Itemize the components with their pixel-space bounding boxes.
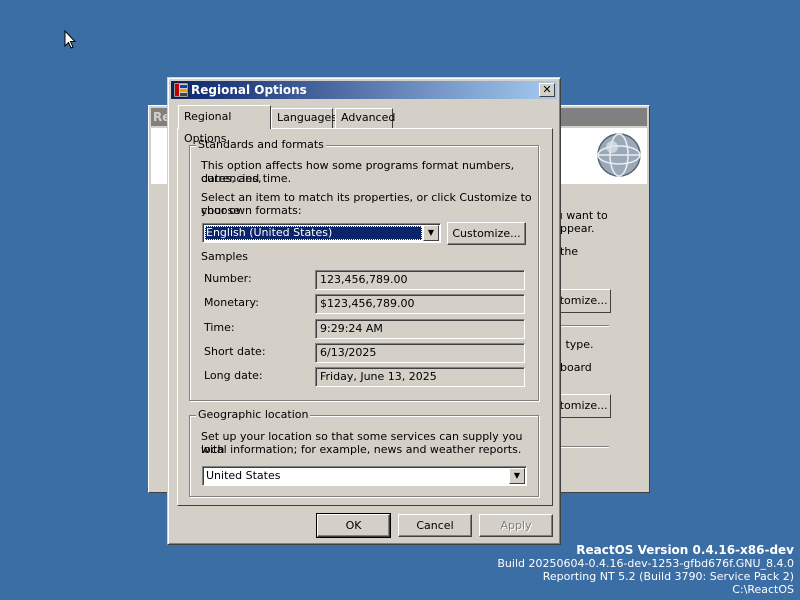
version-build: Build 20250604-0.4.16-dev-1253-gfbd676f.… bbox=[497, 557, 794, 570]
version-path: C:\ReactOS bbox=[732, 583, 794, 596]
sample-label-number: Number: bbox=[204, 272, 252, 285]
ok-button[interactable]: OK bbox=[316, 513, 391, 538]
select-instruction: your own formats: bbox=[201, 204, 302, 217]
regional-options-dialog[interactable]: Regional Options ✕ Regional Options Lang… bbox=[167, 77, 561, 545]
location-value: United States bbox=[206, 469, 281, 482]
regional-options-icon bbox=[173, 82, 189, 98]
standards-groupbox: Standards and formats This option affect… bbox=[189, 138, 539, 401]
sample-value-monetary: $123,456,789.00 bbox=[315, 294, 525, 314]
sample-label-monetary: Monetary: bbox=[204, 296, 259, 309]
bg-separator bbox=[553, 446, 609, 448]
sample-value-short-date: 6/13/2025 bbox=[315, 343, 525, 363]
customize-button[interactable]: Customize... bbox=[447, 222, 526, 245]
dialog-title: Regional Options bbox=[191, 83, 307, 97]
version-reporting: Reporting NT 5.2 (Build 3790: Service Pa… bbox=[542, 570, 794, 583]
sample-label-long-date: Long date: bbox=[204, 369, 263, 382]
mouse-cursor-icon bbox=[64, 30, 76, 49]
standards-description: dates, and time. bbox=[201, 172, 292, 185]
version-title: ReactOS Version 0.4.16-x86-dev bbox=[576, 543, 794, 557]
tab-advanced[interactable]: Advanced bbox=[335, 108, 395, 128]
globe-icon bbox=[597, 133, 641, 177]
sample-value-time: 9:29:24 AM bbox=[315, 319, 525, 339]
tab-languages[interactable]: Languages bbox=[271, 108, 337, 128]
geographic-label: Geographic location bbox=[196, 408, 311, 421]
sample-value-number: 123,456,789.00 bbox=[315, 270, 525, 290]
bg-customize-button-2[interactable]: stomize... bbox=[553, 394, 611, 418]
close-button[interactable]: ✕ bbox=[539, 83, 555, 97]
samples-label: Samples bbox=[201, 250, 248, 263]
sample-label-short-date: Short date: bbox=[204, 345, 266, 358]
location-dropdown[interactable]: United States ▼ bbox=[202, 466, 527, 486]
bg-customize-button[interactable]: stomize... bbox=[553, 289, 611, 313]
tab-panel: Standards and formats This option affect… bbox=[177, 128, 553, 506]
bg-text: ppear. bbox=[560, 222, 595, 235]
chevron-down-icon[interactable]: ▼ bbox=[509, 468, 525, 484]
bg-separator bbox=[553, 325, 609, 327]
locale-dropdown[interactable]: English (United States) ▼ bbox=[202, 223, 441, 243]
titlebar[interactable]: Regional Options ✕ bbox=[171, 81, 557, 99]
apply-button[interactable]: Apply bbox=[479, 514, 553, 537]
geographic-groupbox: Geographic location Set up your location… bbox=[189, 408, 539, 497]
cancel-button[interactable]: Cancel bbox=[398, 514, 472, 537]
sample-value-long-date: Friday, June 13, 2025 bbox=[315, 367, 525, 387]
sample-label-time: Time: bbox=[204, 321, 235, 334]
chevron-down-icon[interactable]: ▼ bbox=[423, 225, 439, 241]
bg-text: board bbox=[560, 361, 592, 374]
tab-regional-options[interactable]: Regional Options bbox=[178, 105, 271, 145]
bg-text: the bbox=[560, 245, 579, 258]
locale-value: English (United States) bbox=[205, 226, 422, 240]
geographic-description: local information; for example, news and… bbox=[201, 443, 522, 456]
